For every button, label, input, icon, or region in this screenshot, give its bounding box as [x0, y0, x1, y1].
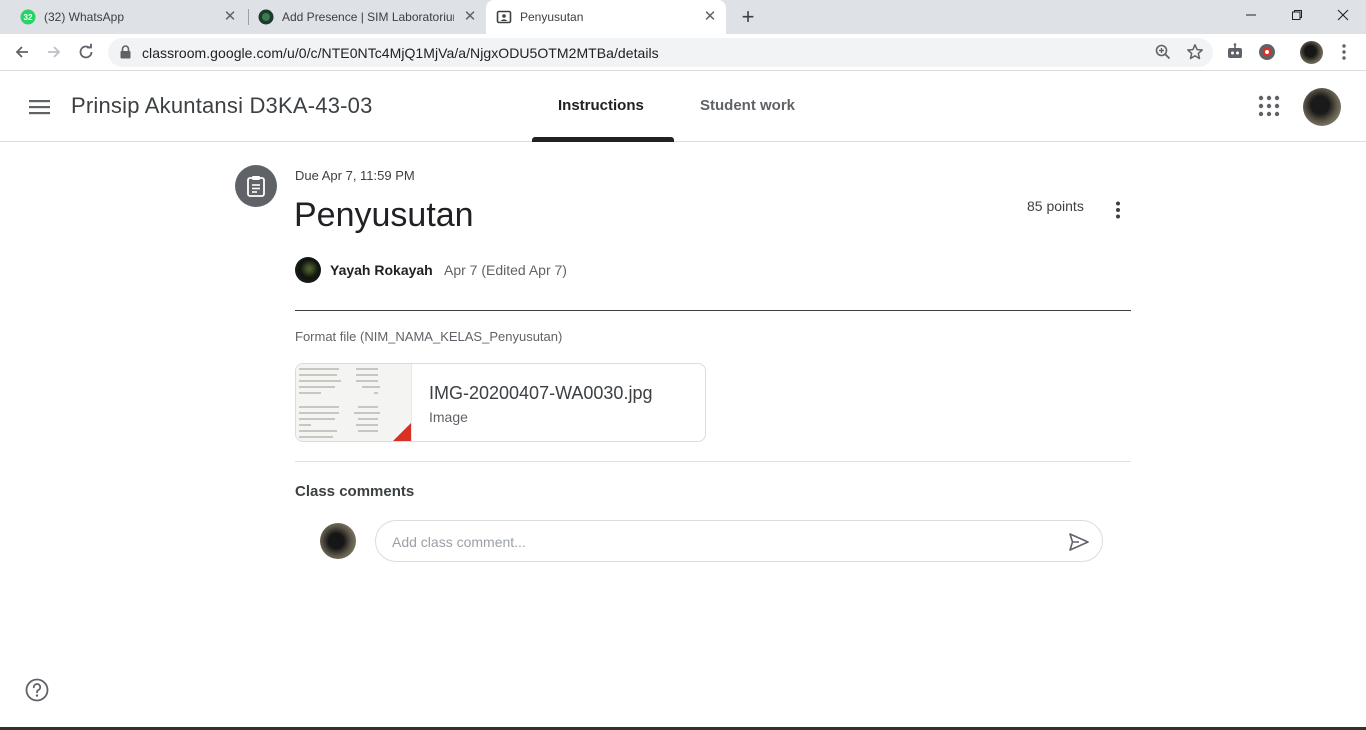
whatsapp-icon: 32: [20, 9, 36, 25]
back-button[interactable]: [10, 40, 34, 64]
forward-button[interactable]: [42, 40, 66, 64]
current-user-avatar: [320, 523, 356, 559]
google-apps-button[interactable]: [1258, 95, 1280, 117]
close-window-button[interactable]: [1320, 0, 1366, 30]
tab-title: (32) WhatsApp: [44, 10, 125, 24]
close-icon[interactable]: ✕: [702, 9, 718, 25]
reload-button[interactable]: [74, 40, 98, 64]
extension-record-icon[interactable]: [1257, 42, 1277, 62]
more-options-button[interactable]: [1108, 200, 1128, 220]
course-title[interactable]: Prinsip Akuntansi D3KA-43-03: [71, 93, 373, 119]
help-button[interactable]: [25, 678, 49, 702]
author-name: Yayah Rokayah: [330, 262, 433, 278]
tab-title: Add Presence | SIM Laboratorium: [282, 10, 454, 24]
points-label: 85 points: [1027, 198, 1084, 214]
browser-menu-icon[interactable]: [1334, 42, 1354, 62]
assignment-description: Format file (NIM_NAMA_KELAS_Penyusutan): [295, 329, 563, 344]
url-text: classroom.google.com/u/0/c/NTE0NTc4MjQ1M…: [142, 45, 659, 61]
class-comments-heading: Class comments: [295, 483, 415, 500]
author-avatar: [295, 257, 321, 283]
attachment-name[interactable]: IMG-20200407-WA0030.jpg: [429, 383, 652, 404]
tab-student-work[interactable]: Student work: [700, 97, 795, 114]
assignment-title: Penyusutan: [294, 196, 474, 234]
header-divider: [295, 310, 1131, 311]
restore-button[interactable]: [1274, 0, 1320, 30]
attachment-type: Image: [429, 409, 468, 425]
browser-tab-sim-laboratorium[interactable]: Add Presence | SIM Laboratorium ✕: [250, 0, 486, 34]
active-tab-indicator: [532, 137, 674, 142]
send-icon: [1069, 533, 1089, 551]
class-comment-box[interactable]: [375, 520, 1103, 562]
browser-tab-penyusutan[interactable]: Penyusutan ✕: [486, 0, 726, 34]
more-vert-icon: [1116, 201, 1120, 219]
posted-date: Apr 7 (Edited Apr 7): [444, 262, 567, 278]
browser-toolbar: classroom.google.com/u/0/c/NTE0NTc4MjQ1M…: [0, 34, 1366, 71]
minimize-button[interactable]: [1228, 0, 1274, 30]
whatsapp-badge: 32: [24, 13, 33, 22]
globe-icon: [258, 9, 274, 25]
address-bar[interactable]: classroom.google.com/u/0/c/NTE0NTc4MjQ1M…: [108, 38, 1213, 67]
tab-instructions[interactable]: Instructions: [558, 97, 644, 114]
zoom-icon[interactable]: [1154, 43, 1172, 61]
attachment-card[interactable]: IMG-20200407-WA0030.jpg Image: [295, 363, 706, 442]
hamburger-icon: [29, 100, 50, 115]
browser-tab-strip: 32 (32) WhatsApp ✕ Add Presence | SIM La…: [0, 0, 1366, 34]
browser-tab-whatsapp[interactable]: 32 (32) WhatsApp ✕: [12, 0, 246, 34]
send-comment-button[interactable]: [1068, 531, 1090, 553]
close-icon[interactable]: ✕: [462, 9, 478, 25]
lock-icon: [120, 45, 131, 64]
apps-grid-icon: [1258, 95, 1280, 117]
help-icon: [25, 678, 49, 702]
arrow-left-icon: [15, 46, 28, 58]
clipboard-icon: [247, 176, 265, 197]
close-icon[interactable]: ✕: [222, 9, 238, 25]
tab-title: Penyusutan: [520, 10, 584, 24]
image-file-corner-icon: [393, 423, 411, 441]
reload-icon: [79, 43, 93, 59]
account-avatar[interactable]: [1303, 88, 1341, 126]
attachment-thumbnail: [296, 364, 412, 441]
assignment-icon: [235, 165, 277, 207]
comments-divider: [295, 461, 1131, 462]
new-tab-button[interactable]: +: [737, 6, 759, 28]
class-comment-input[interactable]: [392, 532, 1042, 552]
extension-robot-icon[interactable]: [1225, 42, 1245, 62]
arrow-right-icon: [48, 46, 61, 58]
tab-separator: [248, 9, 249, 25]
due-date: Due Apr 7, 11:59 PM: [295, 168, 415, 183]
profile-avatar[interactable]: [1300, 41, 1323, 64]
classroom-icon: [496, 9, 512, 25]
classroom-header: Prinsip Akuntansi D3KA-43-03 Instruction…: [0, 71, 1366, 142]
star-icon[interactable]: [1186, 43, 1204, 61]
main-menu-button[interactable]: [28, 95, 52, 119]
